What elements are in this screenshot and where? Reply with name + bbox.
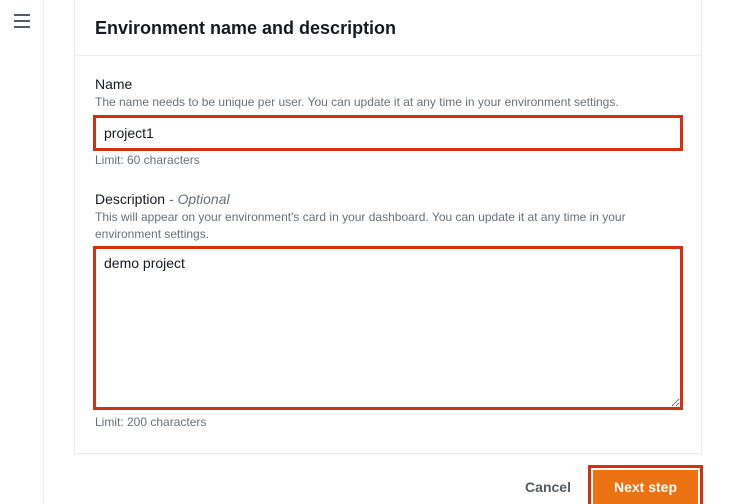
next-step-button[interactable]: Next step — [593, 470, 698, 504]
panel-header: Environment name and description — [75, 0, 701, 56]
main-content: Environment name and description Name Th… — [44, 0, 732, 503]
description-label-text: Description — [95, 191, 165, 207]
name-field-group: Name The name needs to be unique per use… — [95, 76, 681, 167]
actions-row: Cancel Next step — [74, 454, 702, 504]
panel-title: Environment name and description — [95, 18, 681, 39]
description-optional: - Optional — [165, 191, 230, 207]
description-help: This will appear on your environment's c… — [95, 209, 681, 243]
environment-panel: Environment name and description Name Th… — [74, 0, 702, 454]
sidebar — [0, 0, 44, 503]
name-help: The name needs to be unique per user. Yo… — [95, 94, 681, 111]
description-input[interactable]: demo project — [95, 248, 681, 408]
cancel-button[interactable]: Cancel — [521, 471, 575, 503]
description-field-group: Description - Optional This will appear … — [95, 191, 681, 430]
description-limit: Limit: 200 characters — [95, 415, 681, 429]
panel-body: Name The name needs to be unique per use… — [75, 56, 701, 453]
name-label: Name — [95, 76, 681, 92]
next-button-highlight: Next step — [593, 470, 698, 504]
menu-toggle-icon[interactable] — [14, 14, 30, 28]
name-limit: Limit: 60 characters — [95, 153, 681, 167]
name-input[interactable] — [95, 117, 681, 149]
description-label: Description - Optional — [95, 191, 681, 207]
